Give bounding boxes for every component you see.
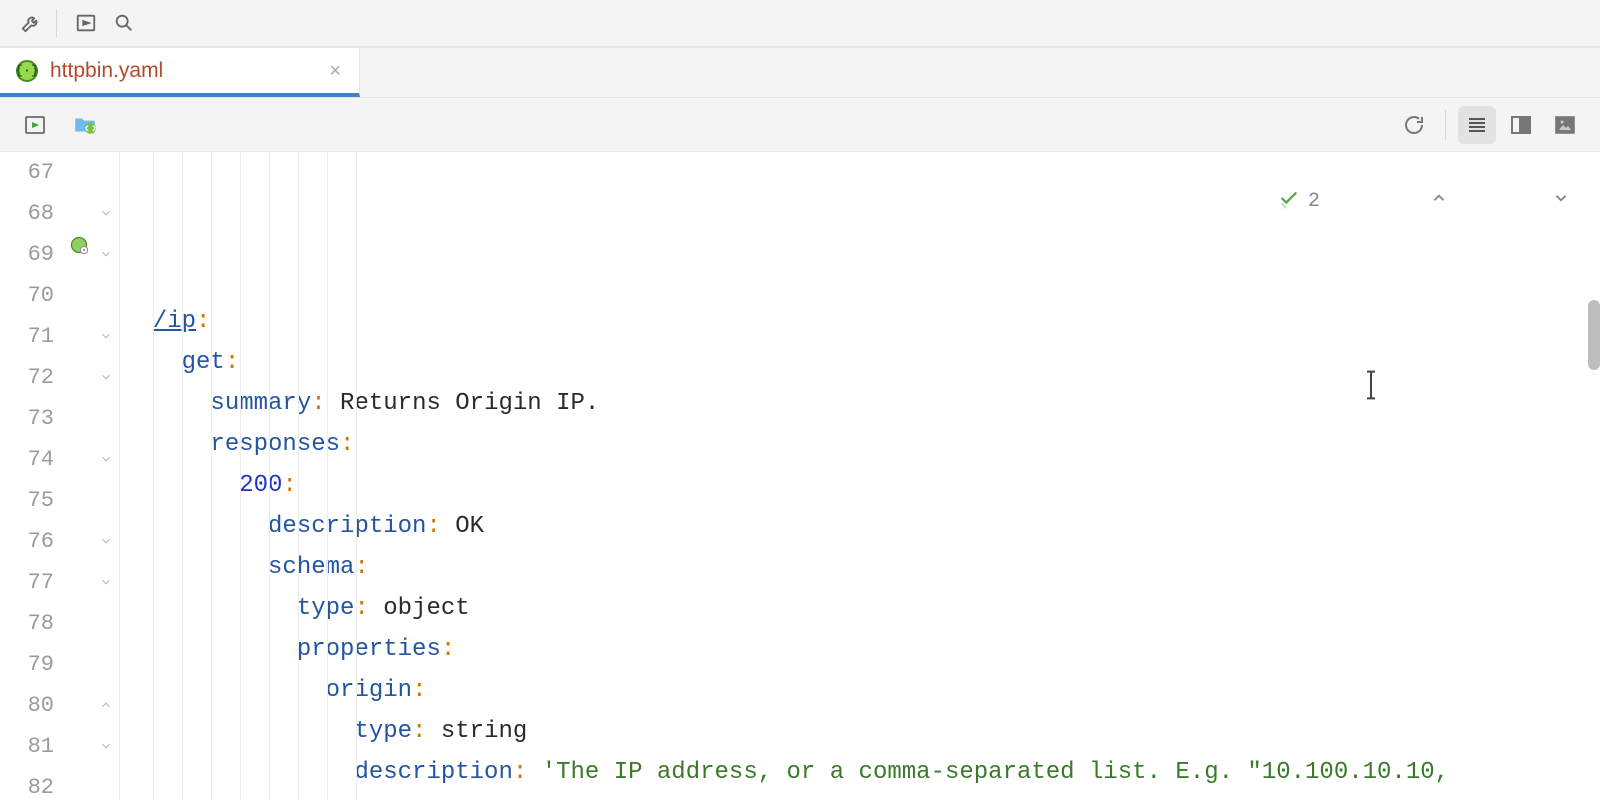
close-icon[interactable]: × xyxy=(329,61,341,81)
editor-toolbar xyxy=(0,98,1600,152)
line-number: 77 xyxy=(0,562,54,603)
scrollbar-thumb[interactable] xyxy=(1588,300,1600,370)
swagger-file-icon: {·} xyxy=(16,60,38,82)
main-toolbar xyxy=(0,0,1600,48)
refresh-icon[interactable] xyxy=(1395,106,1433,144)
line-number-gutter: 67686970717273747576777879808182 xyxy=(0,152,64,800)
line-number: 67 xyxy=(0,152,54,193)
tab-label: httpbin.yaml xyxy=(50,59,163,83)
line-number: 73 xyxy=(0,398,54,439)
inspection-widget[interactable]: 2 xyxy=(1182,164,1570,239)
wrench-icon[interactable] xyxy=(14,6,48,40)
code-body[interactable]: 2 /ip: get: summary: Returns Origin IP. … xyxy=(120,152,1600,800)
toolbar-separator xyxy=(1445,110,1446,140)
fold-toggle-icon[interactable] xyxy=(98,533,114,549)
code-line[interactable]: properties: xyxy=(124,629,1600,670)
fold-toggle-icon[interactable] xyxy=(98,369,114,385)
fold-toggle-icon[interactable] xyxy=(98,246,114,262)
tab-httpbin-yaml[interactable]: {·} httpbin.yaml × xyxy=(0,48,360,97)
gutter-icons xyxy=(64,152,94,800)
view-source-icon[interactable] xyxy=(1458,106,1496,144)
folder-swagger-icon[interactable] xyxy=(66,106,104,144)
endpoint-marker-icon[interactable] xyxy=(68,234,90,256)
fold-toggle-icon[interactable] xyxy=(98,205,114,221)
next-problem-icon[interactable] xyxy=(1456,166,1570,237)
code-line[interactable]: description: OK xyxy=(124,506,1600,547)
line-number: 72 xyxy=(0,357,54,398)
view-preview-icon[interactable] xyxy=(1546,106,1584,144)
code-line[interactable]: example: 10.100.10.10 xyxy=(124,793,1600,800)
editor-tabs: {·} httpbin.yaml × xyxy=(0,48,1600,98)
run-config-icon[interactable] xyxy=(69,6,103,40)
line-number: 79 xyxy=(0,644,54,685)
fold-toggle-icon[interactable] xyxy=(98,451,114,467)
code-line[interactable]: type: object xyxy=(124,588,1600,629)
fold-toggle-icon[interactable] xyxy=(98,574,114,590)
code-line[interactable]: 200: xyxy=(124,465,1600,506)
fold-gutter xyxy=(94,152,120,800)
line-number: 82 xyxy=(0,767,54,800)
line-number: 80 xyxy=(0,685,54,726)
inspection-count: 2 xyxy=(1308,190,1320,213)
fold-toggle-icon[interactable] xyxy=(98,697,114,713)
line-number: 68 xyxy=(0,193,54,234)
code-line[interactable]: type: string xyxy=(124,711,1600,752)
search-icon[interactable] xyxy=(107,6,141,40)
line-number: 76 xyxy=(0,521,54,562)
line-number: 70 xyxy=(0,275,54,316)
code-editor[interactable]: 67686970717273747576777879808182 2 /ip: … xyxy=(0,152,1600,800)
line-number: 74 xyxy=(0,439,54,480)
view-side-icon[interactable] xyxy=(1502,106,1540,144)
check-icon xyxy=(1182,164,1300,239)
run-icon[interactable] xyxy=(16,106,54,144)
fold-toggle-icon[interactable] xyxy=(98,328,114,344)
line-number: 69 xyxy=(0,234,54,275)
code-line[interactable]: origin: xyxy=(124,670,1600,711)
prev-problem-icon[interactable] xyxy=(1334,166,1448,237)
code-line[interactable]: schema: xyxy=(124,547,1600,588)
line-number: 81 xyxy=(0,726,54,767)
line-number: 71 xyxy=(0,316,54,357)
fold-toggle-icon[interactable] xyxy=(98,738,114,754)
toolbar-separator xyxy=(56,9,57,37)
code-line[interactable]: /ip: xyxy=(124,301,1600,342)
line-number: 75 xyxy=(0,480,54,521)
code-line[interactable]: description: 'The IP address, or a comma… xyxy=(124,752,1600,793)
line-number: 78 xyxy=(0,603,54,644)
code-line[interactable] xyxy=(124,260,1600,301)
text-caret xyxy=(1261,338,1380,441)
